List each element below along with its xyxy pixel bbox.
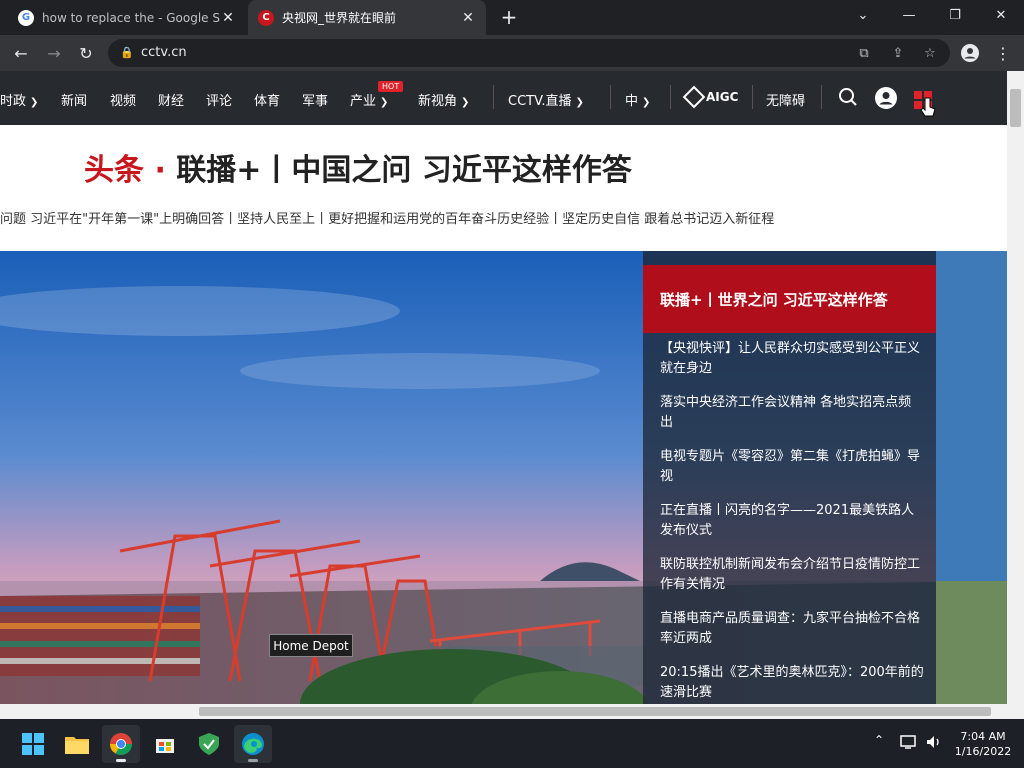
nav-item-newview[interactable]: 新视角 ❯ [418,90,469,109]
clock-date: 1/16/2022 [954,745,1012,758]
nav-item-news[interactable]: 新闻 [61,90,87,109]
active-indicator [248,759,258,762]
google-favicon-icon: G [18,9,34,26]
bookmark-star-icon[interactable]: ☆ [920,43,940,63]
profile-icon[interactable] [957,41,983,65]
nav-item-industry[interactable]: 产业 ❯ [350,90,388,109]
aigc-logo-icon [682,85,706,109]
url-text: cctv.cn [141,45,187,60]
site-nav: 时政 ❯ 新闻 视频 财经 评论 体育 军事 产业 ❯ HOT 新视角 ❯ CCTV.… [0,71,1007,125]
windows-taskbar: ⌃ 7:04 AM 1/16/2022 [0,719,1024,768]
scroll-thumb[interactable] [1010,89,1021,127]
clock-time: 7:04 AM [960,730,1006,743]
news-link[interactable]: 【央视快评】让人民群众切实感受到公平正义就在身边 [660,339,924,379]
nav-item-finance[interactable]: 财经 [158,90,184,109]
nav-item-language[interactable]: 中 ❯ [625,90,650,109]
minimize-icon[interactable]: — [886,0,932,30]
chrome-taskbar-icon[interactable] [102,725,140,763]
vertical-scrollbar[interactable] [1007,71,1024,704]
show-hidden-icons-icon[interactable]: ⌃ [874,733,884,747]
translate-icon[interactable]: ⧉ [854,43,874,63]
tab-cctv[interactable]: C 央视网_世界就在眼前 ✕ [248,0,486,35]
nav-item-military[interactable]: 军事 [302,90,328,109]
menu-icon[interactable]: ⋮ [990,41,1016,65]
nav-item-politics[interactable]: 时政 ❯ [0,90,38,109]
side-panel-header[interactable]: 联播+丨世界之问 习近平这样作答 [643,265,936,333]
volume-icon[interactable] [926,734,942,753]
reload-icon[interactable]: ↻ [73,41,99,65]
search-icon[interactable] [838,87,858,111]
hot-badge: HOT [378,81,404,92]
aigc-link[interactable]: AIGC [682,85,738,109]
new-tab-button[interactable]: + [498,5,520,29]
headline-prefix: 头条 · [84,153,166,188]
nav-item-sports[interactable]: 体育 [254,90,280,109]
news-link[interactable]: 联防联控机制新闻发布会介绍节日疫情防控工作有关情况 [660,555,924,595]
nav-divider [493,85,494,109]
nav-item-video[interactable]: 视频 [110,90,136,109]
news-link[interactable]: 20:15播出《艺术里的奥林匹克》：200年前的速滑比赛 [660,663,924,703]
headline[interactable]: 头条 · 联播+丨中国之问 习近平这样作答 [84,145,632,189]
page-viewport: 时政 ❯ 新闻 视频 财经 评论 体育 军事 产业 ❯ HOT 新视角 ❯ CCTV.… [0,71,1007,704]
news-link[interactable]: 正在直播丨闪亮的名字——2021最美铁路人发布仪式 [660,501,924,541]
forward-icon[interactable]: → [41,41,67,65]
address-bar[interactable]: 🔒 cctv.cn ⧉ ⇪ ☆ [108,39,950,67]
tab-google[interactable]: G how to replace the - Google Sear ✕ [8,0,246,35]
nav-divider [670,85,671,109]
nav-divider [821,85,822,109]
cctv-favicon-icon: C [258,9,274,26]
share-icon[interactable]: ⇪ [888,43,908,63]
mouse-pointer-icon [920,97,936,123]
edge-icon[interactable] [234,725,272,763]
scroll-thumb[interactable] [199,707,991,716]
side-news-panel: 联播+丨世界之问 习近平这样作答 【央视快评】让人民群众切实感受到公平正义就在身… [643,251,936,704]
nav-item-comment[interactable]: 评论 [206,90,232,109]
horizontal-scrollbar[interactable] [0,704,1024,719]
news-link[interactable]: 直播电商产品质量调查：九家平台抽检不合格率近两成 [660,609,924,649]
lock-icon: 🔒 [120,46,134,59]
back-icon[interactable]: ← [8,41,34,65]
user-icon[interactable] [875,87,897,113]
active-indicator [116,759,126,762]
system-clock[interactable]: 7:04 AM 1/16/2022 [950,729,1016,759]
start-icon[interactable] [14,725,52,763]
tab-strip: G how to replace the - Google Sear ✕ C 央… [0,0,1024,35]
store-icon[interactable] [146,725,184,763]
headline-title: 联播+丨中国之问 习近平这样作答 [176,153,632,188]
tab-search-icon[interactable]: ⌄ [840,0,886,30]
nav-divider [610,85,611,109]
close-window-icon[interactable]: ✕ [978,0,1024,30]
restore-icon[interactable]: ❐ [932,0,978,30]
nav-item-cctv-live[interactable]: CCTV.直播 ❯ [508,90,584,109]
nav-item-accessibility[interactable]: 无障碍 [766,90,805,109]
close-tab-icon[interactable]: ✕ [220,10,236,26]
news-link[interactable]: 落实中央经济工作会议精神 各地实招亮点频出 [660,393,924,433]
tab-title: 央视网_世界就在眼前 [282,11,397,25]
close-tab-icon[interactable]: ✕ [460,10,476,26]
headline-subline[interactable]: 问题 习近平在"开年第一课"上明确回答丨坚持人民至上丨更好把握和运用党的百年奋斗… [0,208,774,227]
nav-divider [752,85,753,109]
tooltip: Home Depot [269,634,353,657]
file-explorer-icon[interactable] [58,725,96,763]
security-shield-icon[interactable] [190,725,228,763]
tab-title: how to replace the - Google Sear [42,10,220,25]
news-link[interactable]: 电视专题片《零容忍》第二集《打虎拍蝇》导视 [660,447,924,487]
network-icon[interactable] [900,734,918,753]
